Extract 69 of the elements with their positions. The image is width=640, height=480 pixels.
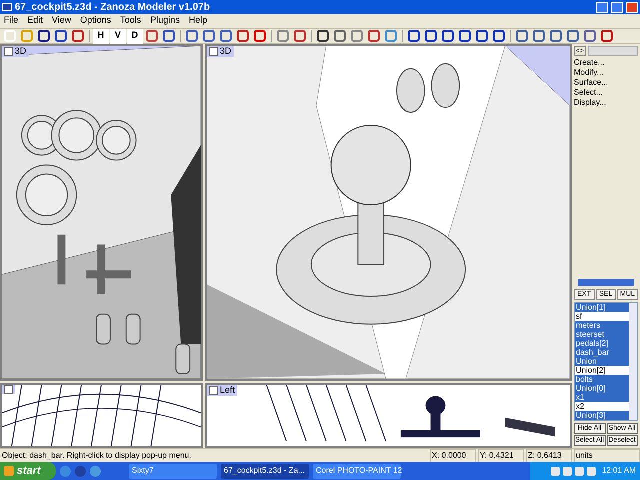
- object-list-item[interactable]: dash_bar: [575, 348, 629, 357]
- object-list-item[interactable]: meters: [575, 321, 629, 330]
- toolbar-icon[interactable]: [514, 28, 530, 44]
- toolbar-icon[interactable]: [201, 28, 217, 44]
- object-list-item[interactable]: bolts: [575, 375, 629, 384]
- toolbar-icon[interactable]: [474, 28, 490, 44]
- menu-item[interactable]: Help: [188, 14, 208, 28]
- panel-command[interactable]: Display...: [574, 98, 638, 108]
- toolbar-icon[interactable]: [457, 28, 473, 44]
- clock: 12:01 AM: [602, 465, 636, 477]
- viewport-menu-icon[interactable]: [4, 47, 13, 56]
- toolbar-icon[interactable]: [184, 28, 200, 44]
- panel-command[interactable]: Surface...: [574, 78, 638, 88]
- taskbar-button[interactable]: Sixty7: [129, 464, 217, 478]
- toolbar-icon[interactable]: [218, 28, 234, 44]
- toolbar-icon[interactable]: [565, 28, 581, 44]
- toolbar-icon[interactable]: [491, 28, 507, 44]
- menu-item[interactable]: File: [4, 14, 19, 28]
- toolbar-icon[interactable]: [332, 28, 348, 44]
- toolbar-icon[interactable]: [70, 28, 86, 44]
- menu-item[interactable]: Tools: [120, 14, 142, 28]
- viewport-menu-icon[interactable]: [209, 47, 218, 56]
- object-list-item[interactable]: Union[0]: [575, 384, 629, 393]
- window-title: 67_cockpit5.z3d - Zanoza Modeler v1.07b: [15, 0, 212, 14]
- toolbar-icon[interactable]: [161, 28, 177, 44]
- status-message: Object: dash_bar. Right-click to display pop-up menu.: [1, 450, 192, 462]
- view-button[interactable]: H: [93, 28, 109, 44]
- toolbar-icon[interactable]: [235, 28, 251, 44]
- toolbar-icon[interactable]: [406, 28, 422, 44]
- panel-command[interactable]: Create...: [574, 58, 638, 68]
- toolbar-icon[interactable]: [531, 28, 547, 44]
- viewport[interactable]: Left: [205, 383, 572, 448]
- menu-item[interactable]: Edit: [28, 14, 44, 28]
- toolbar-icon[interactable]: [53, 28, 69, 44]
- viewport-label: 3D: [15, 46, 27, 57]
- start-button[interactable]: start: [0, 462, 56, 480]
- object-list-item[interactable]: Union[1]: [575, 303, 629, 312]
- menu-item[interactable]: View: [52, 14, 72, 28]
- object-list-item[interactable]: pedals[2]: [575, 339, 629, 348]
- view-button[interactable]: D: [127, 28, 143, 44]
- object-list-item[interactable]: steerset: [575, 330, 629, 339]
- taskbar-button[interactable]: 67_cockpit5.z3d - Za...: [221, 464, 309, 478]
- toolbar-icon[interactable]: [423, 28, 439, 44]
- close-icon[interactable]: [626, 2, 638, 12]
- object-list-item[interactable]: Union[3]: [575, 411, 629, 420]
- viewport-label: Left: [220, 385, 236, 396]
- toolbar-icon[interactable]: [292, 28, 308, 44]
- viewport[interactable]: 3D: [205, 44, 572, 381]
- scrollbar[interactable]: [629, 303, 637, 420]
- object-list-item[interactable]: x1: [575, 393, 629, 402]
- toolbar-icon[interactable]: [548, 28, 564, 44]
- toolbar-icon[interactable]: [440, 28, 456, 44]
- toolbar-icon[interactable]: [599, 28, 615, 44]
- app-icon: [2, 3, 12, 11]
- viewport[interactable]: 3D: [0, 44, 203, 381]
- viewport-menu-icon[interactable]: [4, 385, 13, 394]
- toolbar-icon[interactable]: [366, 28, 382, 44]
- toolbar-icon[interactable]: [315, 28, 331, 44]
- toolbar-icon[interactable]: [582, 28, 598, 44]
- taskbar-button[interactable]: Corel PHOTO-PAINT 12: [313, 464, 401, 478]
- object-list-item[interactable]: Union: [575, 357, 629, 366]
- view-button[interactable]: V: [110, 28, 126, 44]
- viewport-label: 3D: [220, 46, 232, 57]
- viewport-menu-icon[interactable]: [209, 386, 218, 395]
- menu-item[interactable]: Plugins: [150, 14, 180, 28]
- panel-command[interactable]: Select...: [574, 88, 638, 98]
- toolbar-icon[interactable]: [36, 28, 52, 44]
- panel-command[interactable]: Modify...: [574, 68, 638, 78]
- menu-item[interactable]: Options: [80, 14, 112, 28]
